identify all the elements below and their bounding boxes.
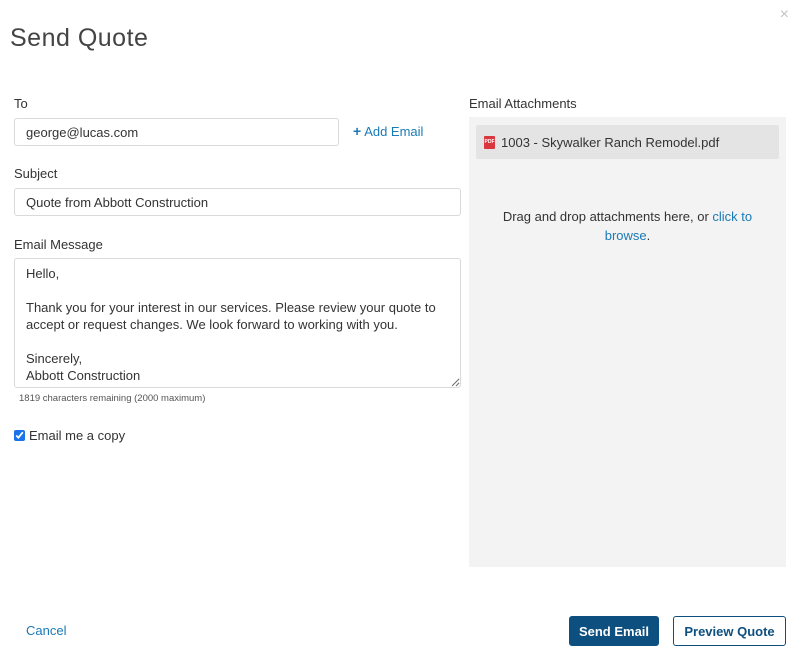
subject-label: Subject [14,166,58,181]
characters-remaining: 1819 characters remaining (2000 maximum) [19,393,206,404]
to-label: To [14,96,28,111]
dropzone-suffix: . [646,228,651,243]
add-email-label: Add Email [364,123,424,139]
message-textarea[interactable]: Hello, Thank you for your interest in ou… [14,258,461,388]
attachment-filename: 1003 - Skywalker Ranch Remodel.pdf [501,134,720,150]
add-email-link[interactable]: + Add Email [353,123,423,139]
cancel-link[interactable]: Cancel [26,623,66,638]
close-icon[interactable]: × [780,7,789,23]
attachments-dropzone-panel[interactable]: PDF 1003 - Skywalker Ranch Remodel.pdf D… [469,117,786,567]
message-label: Email Message [14,237,103,252]
email-copy-row[interactable]: Email me a copy [14,428,125,443]
email-copy-label: Email me a copy [29,428,126,443]
plus-icon: + [353,123,362,139]
email-copy-checkbox[interactable] [14,430,25,441]
attachment-item[interactable]: PDF 1003 - Skywalker Ranch Remodel.pdf [476,125,779,159]
preview-quote-button[interactable]: Preview Quote [673,616,786,646]
subject-input[interactable] [14,188,461,216]
send-email-button[interactable]: Send Email [569,616,659,646]
dropzone-instruction: Drag and drop attachments here, or [502,209,713,224]
attachments-label: Email Attachments [469,96,577,111]
to-email-input[interactable] [14,118,339,146]
dropzone-text: Drag and drop attachments here, or click… [499,207,756,245]
dialog-title: Send Quote [10,24,149,52]
pdf-file-icon: PDF [484,135,495,149]
